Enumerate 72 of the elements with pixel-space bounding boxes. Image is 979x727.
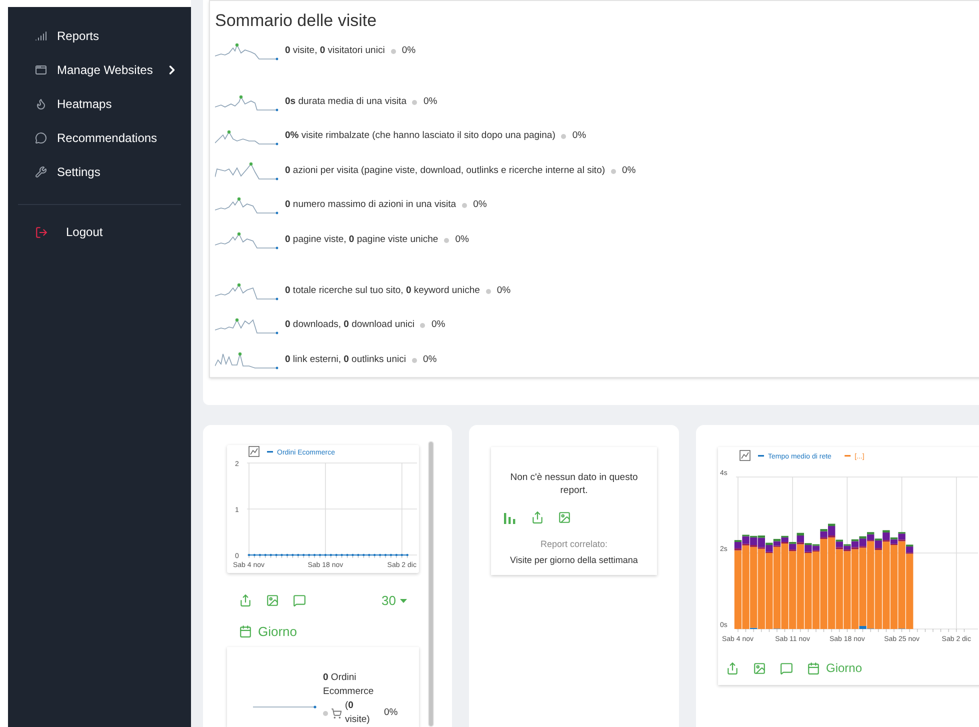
change-value: 0% bbox=[402, 44, 416, 58]
chart-type-icon[interactable] bbox=[248, 446, 260, 457]
change-value: 0% bbox=[423, 94, 438, 109]
metric-text: 0 numero massimo di azioni in una visita bbox=[285, 198, 456, 212]
empty-message: Non c'è nessun dato in questo report. bbox=[509, 471, 639, 497]
chart-type-icon[interactable] bbox=[740, 450, 750, 461]
metric-text: 0 downloads, 0 download unici bbox=[285, 318, 414, 332]
change-value: 0% bbox=[422, 352, 437, 367]
change-value: 0% bbox=[496, 284, 511, 298]
metric-text: 0 pagine viste, 0 pagine viste uniche bbox=[285, 232, 438, 247]
change-value: 0% bbox=[473, 198, 487, 212]
change-value: 0% bbox=[572, 129, 586, 144]
status-dot-icon bbox=[412, 100, 418, 104]
status-dot-icon bbox=[444, 238, 450, 242]
metric-text: 0 link esterni, 0 outlinks unici bbox=[285, 352, 406, 367]
status-dot-icon bbox=[323, 710, 328, 716]
related-report-link[interactable]: Visite per giorno della settimana bbox=[510, 554, 638, 567]
sparkline bbox=[215, 42, 279, 60]
metric-text: 0 visite, 0 visitatori unici bbox=[285, 44, 385, 58]
calendar-icon bbox=[239, 624, 252, 638]
export-icon[interactable] bbox=[531, 511, 544, 524]
annotation-icon[interactable] bbox=[780, 662, 793, 674]
status-dot-icon bbox=[486, 288, 491, 294]
bar-chart-icon[interactable] bbox=[503, 512, 517, 524]
sidebar-icon bbox=[35, 132, 47, 144]
export-icon[interactable] bbox=[726, 662, 739, 674]
image-icon[interactable] bbox=[266, 594, 279, 608]
status-dot-icon bbox=[412, 358, 417, 362]
status-dot-icon bbox=[390, 48, 396, 54]
sparkline bbox=[215, 282, 279, 300]
status-dot-icon bbox=[462, 203, 468, 208]
visits-text: (0 visite) bbox=[345, 699, 371, 727]
sparkline bbox=[215, 316, 279, 335]
image-icon[interactable] bbox=[558, 511, 571, 524]
status-dot-icon bbox=[611, 168, 616, 174]
sparkline bbox=[215, 162, 279, 180]
change-value: 0% bbox=[431, 318, 446, 332]
change-value: 0% bbox=[622, 164, 636, 178]
sparkline bbox=[215, 92, 279, 112]
sidebar-item[interactable]: Settings bbox=[18, 155, 181, 189]
related-label: Report correlato: bbox=[540, 538, 608, 551]
metric-text: 0% visite rimbalzate (che hanno lasciato il sito dopo una pagina) bbox=[285, 129, 556, 144]
sparkline bbox=[253, 704, 317, 710]
summary-title: Sommario delle visite bbox=[215, 10, 378, 32]
sidebar-icon bbox=[35, 64, 47, 76]
metric-text: 0 Ordini Ecommerce bbox=[323, 671, 375, 699]
calendar-icon bbox=[807, 662, 820, 674]
metric-text: 0 totale ricerche sul tuo sito, 0 keyword uniche bbox=[285, 284, 480, 298]
sidebar-icon bbox=[35, 30, 47, 42]
sparkline bbox=[215, 196, 279, 215]
caret-icon bbox=[400, 598, 407, 603]
cart-icon bbox=[331, 708, 342, 718]
sparkline bbox=[215, 350, 279, 370]
logout-icon bbox=[35, 226, 48, 238]
status-dot-icon bbox=[561, 134, 566, 139]
sidebar-item[interactable]: Reports bbox=[18, 19, 181, 53]
metric-text: 0 azioni per visita (pagine viste, download, outlinks e ricerche interne al sito) bbox=[285, 164, 606, 178]
sidebar-item[interactable]: Manage Websites bbox=[18, 53, 181, 87]
sidebar-item[interactable]: Recommendations bbox=[18, 121, 181, 155]
sparkline bbox=[215, 230, 279, 250]
status-dot-icon bbox=[420, 323, 426, 328]
change-value: 0% bbox=[455, 232, 469, 247]
change-value: 0% bbox=[384, 706, 398, 720]
sidebar-icon bbox=[35, 166, 47, 178]
export-icon[interactable] bbox=[239, 594, 252, 608]
sidebar-item[interactable]: Heatmaps bbox=[18, 87, 181, 121]
sidebar-icon bbox=[35, 98, 47, 110]
annotation-icon[interactable] bbox=[293, 594, 306, 608]
logout-item[interactable]: Logout bbox=[18, 215, 181, 249]
scrollbar[interactable] bbox=[428, 441, 434, 727]
image-icon[interactable] bbox=[753, 662, 766, 674]
metric-text: 0s durata media di una visita bbox=[285, 94, 406, 109]
